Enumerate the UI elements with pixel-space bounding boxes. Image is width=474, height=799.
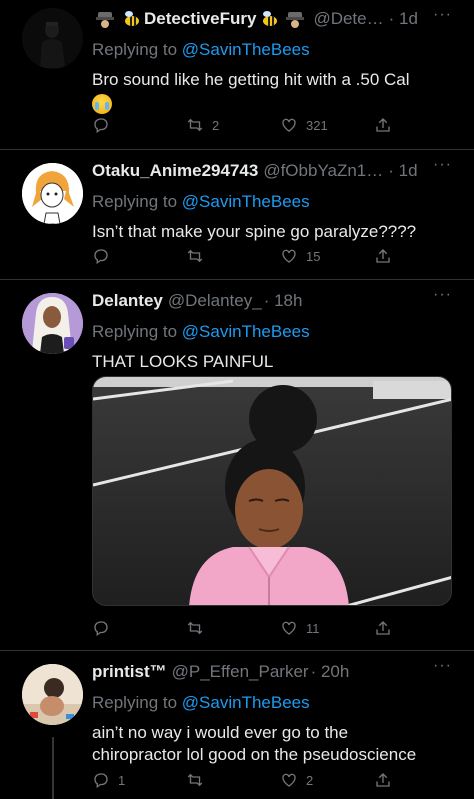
display-name[interactable]: printist™ bbox=[92, 661, 167, 683]
share-button[interactable] bbox=[374, 771, 394, 789]
tweet-text: THAT LOOKS PAINFUL bbox=[92, 352, 274, 371]
avatar[interactable] bbox=[22, 163, 83, 224]
bee-icon bbox=[259, 9, 279, 29]
retweet-icon bbox=[187, 118, 203, 132]
retweet-icon bbox=[187, 249, 203, 263]
replying-to: Replying to @SavinTheBees bbox=[92, 321, 458, 343]
like-button[interactable]: 2 bbox=[280, 771, 340, 789]
timestamp[interactable]: · 18h bbox=[264, 290, 303, 312]
display-name[interactable]: DetectiveFury bbox=[144, 8, 256, 30]
like-count: 321 bbox=[306, 117, 328, 133]
reply-button[interactable] bbox=[92, 619, 152, 637]
handle[interactable]: @Dete… bbox=[313, 8, 383, 30]
heart-icon bbox=[282, 621, 296, 635]
like-button[interactable]: 15 bbox=[280, 247, 340, 265]
avatar[interactable] bbox=[22, 664, 83, 725]
mention-link[interactable]: @SavinTheBees bbox=[182, 192, 310, 211]
share-icon bbox=[376, 773, 390, 787]
mention-link[interactable]: @SavinTheBees bbox=[182, 322, 310, 341]
display-name[interactable]: Otaku_Anime294743 bbox=[92, 160, 258, 182]
reply-button[interactable] bbox=[92, 116, 152, 134]
heart-icon bbox=[282, 118, 296, 132]
timestamp[interactable]: · 1d bbox=[389, 8, 418, 30]
retweet-icon bbox=[187, 773, 203, 787]
share-icon bbox=[376, 249, 390, 263]
share-button[interactable] bbox=[374, 247, 394, 265]
share-button[interactable] bbox=[374, 116, 394, 134]
reply-icon bbox=[94, 118, 108, 134]
share-button[interactable] bbox=[374, 619, 394, 637]
detective-icon bbox=[95, 9, 115, 29]
tweet-actions: 2 321 bbox=[92, 115, 394, 135]
tweet-text-content: Bro sound like he getting hit with a .50… bbox=[92, 70, 410, 89]
like-count: 2 bbox=[306, 772, 314, 788]
tweet-text: Isn’t that make your spine go paralyze??… bbox=[92, 222, 417, 241]
tweet-actions: 15 bbox=[92, 246, 394, 266]
replying-to: Replying to @SavinTheBees bbox=[92, 191, 458, 213]
like-count: 11 bbox=[306, 620, 320, 636]
avatar[interactable] bbox=[22, 293, 83, 354]
tweet-actions: 11 bbox=[92, 618, 394, 638]
replying-to-label: Replying to bbox=[92, 322, 178, 341]
tweet-detectivefury[interactable]: ··· DetectiveFury @Dete… · 1d Replying t… bbox=[0, 0, 474, 150]
mention-link[interactable]: @SavinTheBees bbox=[182, 40, 310, 59]
heart-icon bbox=[282, 773, 296, 787]
reply-icon bbox=[94, 773, 108, 789]
retweet-button[interactable]: 2 bbox=[186, 116, 246, 134]
replying-to: Replying to @SavinTheBees bbox=[92, 692, 458, 714]
tweet-printist[interactable]: ··· printist™ @P_Effen_Parker · 20h Repl… bbox=[0, 651, 474, 799]
reply-icon bbox=[94, 621, 108, 637]
heart-icon bbox=[282, 249, 296, 263]
retweet-count: 2 bbox=[212, 117, 220, 133]
tweet-text: Bro sound like he getting hit with a .50… bbox=[92, 69, 458, 114]
mention-link[interactable]: @SavinTheBees bbox=[182, 693, 310, 712]
timestamp[interactable]: · 1d bbox=[388, 160, 417, 182]
timestamp[interactable]: · 20h bbox=[311, 661, 350, 683]
tweet-delantey[interactable]: ··· Delantey @Delantey_ · 18h Replying t… bbox=[0, 280, 474, 651]
reply-button[interactable] bbox=[92, 247, 152, 265]
reply-feed: ··· DetectiveFury @Dete… · 1d Replying t… bbox=[0, 0, 474, 799]
share-icon bbox=[376, 118, 390, 132]
like-button[interactable]: 11 bbox=[280, 619, 340, 637]
retweet-button[interactable] bbox=[186, 619, 246, 637]
display-name[interactable]: Delantey bbox=[92, 290, 163, 312]
handle[interactable]: @Delantey_ bbox=[168, 290, 262, 312]
share-icon bbox=[376, 621, 390, 635]
retweet-button[interactable] bbox=[186, 771, 246, 789]
loudly-crying-face-icon bbox=[92, 93, 112, 114]
thread-connector-line bbox=[52, 737, 54, 799]
replying-to-label: Replying to bbox=[92, 192, 178, 211]
like-button[interactable]: 321 bbox=[280, 116, 340, 134]
handle[interactable]: @fObbYaZn1… bbox=[263, 160, 383, 182]
tweet-actions: 1 2 bbox=[92, 770, 394, 790]
reply-icon bbox=[94, 249, 108, 265]
reply-count: 1 bbox=[118, 772, 126, 788]
retweet-button[interactable] bbox=[186, 247, 246, 265]
retweet-icon bbox=[187, 621, 203, 635]
tweet-media-image[interactable] bbox=[92, 376, 452, 606]
replying-to: Replying to @SavinTheBees bbox=[92, 39, 458, 61]
avatar[interactable] bbox=[22, 8, 83, 69]
like-count: 15 bbox=[306, 248, 321, 264]
detective-icon bbox=[285, 9, 305, 29]
reply-button[interactable]: 1 bbox=[92, 771, 152, 789]
bee-icon bbox=[121, 9, 141, 29]
handle[interactable]: @P_Effen_Parker bbox=[172, 661, 309, 683]
tweet-text: ain’t no way i would ever go to the chir… bbox=[92, 723, 417, 764]
tweet-otaku[interactable]: ··· Otaku_Anime294743 @fObbYaZn1… · 1d R… bbox=[0, 150, 474, 280]
replying-to-label: Replying to bbox=[92, 693, 178, 712]
replying-to-label: Replying to bbox=[92, 40, 178, 59]
